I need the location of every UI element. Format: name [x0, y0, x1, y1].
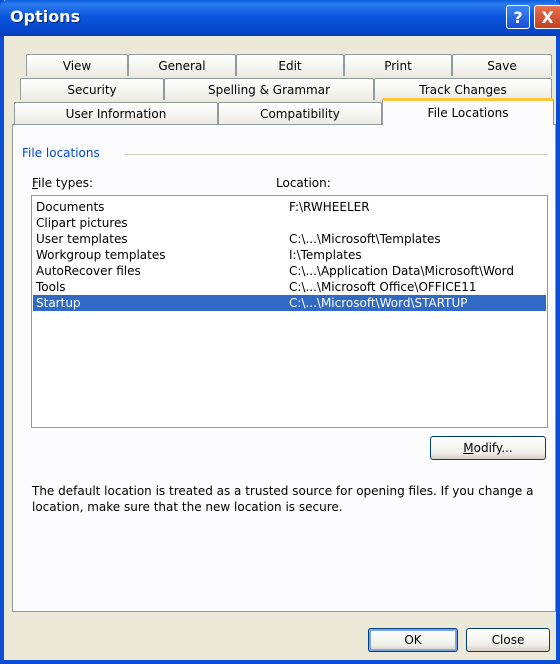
file-type-cell: Clipart pictures [36, 216, 128, 230]
location-cell: C:\...\Application Data\Microsoft\Word [289, 264, 515, 278]
location-label: Location: [276, 176, 331, 190]
tab-compatibility[interactable]: Compatibility [218, 102, 382, 124]
file-types-label: File types: [32, 176, 93, 190]
tab-save[interactable]: Save [452, 54, 552, 76]
file-type-cell: Tools [36, 280, 66, 294]
file-locations-list[interactable]: Documents F:\RWHEELER Clipart pictures U… [31, 195, 548, 428]
location-cell: C:\...\Microsoft Office\OFFICE11 [289, 280, 477, 294]
title-bar[interactable]: Options ? X [0, 0, 560, 36]
list-item[interactable]: User templates C:\...\Microsoft\Template… [33, 231, 546, 247]
close-icon: X [541, 7, 554, 27]
tab-edit[interactable]: Edit [236, 54, 344, 76]
tab-security[interactable]: Security [20, 78, 164, 100]
list-item[interactable]: Tools C:\...\Microsoft Office\OFFICE11 [33, 279, 546, 295]
location-cell: C:\...\Microsoft\Templates [289, 232, 441, 246]
location-cell: I:\Templates [289, 248, 362, 262]
location-cell: C:\...\Microsoft\Word\STARTUP [289, 296, 468, 310]
file-type-cell: Workgroup templates [36, 248, 166, 262]
list-item[interactable]: Documents F:\RWHEELER [33, 199, 546, 215]
close-window-button[interactable]: X [534, 5, 560, 29]
tab-view[interactable]: View [26, 54, 128, 76]
group-divider [124, 154, 548, 155]
tab-general[interactable]: General [128, 54, 236, 76]
help-icon: ? [513, 7, 523, 27]
ok-button[interactable]: OK [368, 628, 458, 652]
close-button[interactable]: Close [466, 628, 550, 652]
modify-label: odify... [473, 441, 513, 455]
list-item-selected[interactable]: Startup C:\...\Microsoft\Word\STARTUP [33, 295, 546, 311]
tab-file-locations[interactable]: File Locations [382, 98, 554, 125]
file-types-label-text: ile types: [38, 176, 93, 190]
tab-print[interactable]: Print [344, 54, 452, 76]
window-title: Options [10, 7, 81, 26]
group-title: File locations [22, 146, 100, 160]
location-cell: F:\RWHEELER [289, 200, 370, 214]
security-note: The default location is treated as a tru… [32, 484, 534, 514]
file-type-cell: Startup [36, 296, 81, 310]
tab-spelling-grammar[interactable]: Spelling & Grammar [164, 78, 374, 100]
file-type-cell: AutoRecover files [36, 264, 141, 278]
list-item[interactable]: Workgroup templates I:\Templates [33, 247, 546, 263]
modify-accelerator: M [463, 441, 474, 455]
tab-track-changes[interactable]: Track Changes [374, 78, 552, 100]
file-type-cell: User templates [36, 232, 128, 246]
file-type-cell: Documents [36, 200, 105, 214]
help-button[interactable]: ? [506, 5, 530, 29]
list-item[interactable]: Clipart pictures [33, 215, 546, 231]
tab-user-information[interactable]: User Information [14, 102, 218, 124]
list-item[interactable]: AutoRecover files C:\...\Application Dat… [33, 263, 546, 279]
modify-button[interactable]: Modify... [430, 436, 546, 460]
